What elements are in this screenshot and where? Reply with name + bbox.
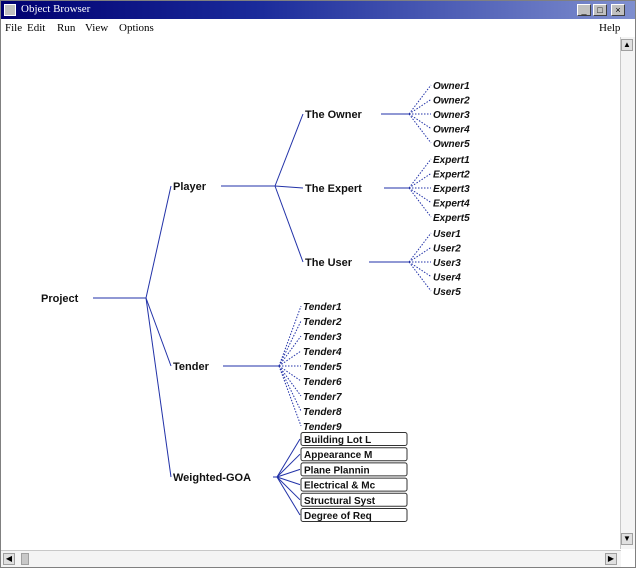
leaf-tender[interactable]: Tender8 (303, 407, 342, 418)
node-group[interactable]: The User (305, 257, 353, 269)
edge-tender-leaf (278, 335, 302, 367)
scroll-thumb[interactable] (21, 553, 29, 565)
leaf-tender[interactable]: Tender6 (303, 377, 342, 388)
edge-leaf (408, 187, 432, 218)
node-group[interactable]: The Expert (305, 183, 362, 195)
edge-leaf (408, 113, 432, 129)
criteria-box[interactable]: Appearance M (304, 450, 372, 461)
node-player[interactable]: Player (173, 181, 207, 193)
edge-leaf (408, 261, 432, 292)
maximize-button[interactable]: □ (593, 4, 607, 16)
edge-leaf (408, 247, 432, 263)
edge-tender-leaf (278, 365, 302, 427)
edge-leaf (408, 99, 432, 115)
edge-tender-leaf (278, 305, 302, 367)
node-weighted-goa[interactable]: Weighted-GOA (173, 472, 251, 484)
criteria-box[interactable]: Structural Syst (304, 496, 376, 507)
edge-tender-leaf (278, 320, 302, 367)
edge-leaf (408, 261, 432, 277)
edge-leaf (408, 232, 432, 263)
leaf-tender[interactable]: Tender3 (303, 332, 342, 343)
node-group[interactable]: The Owner (305, 109, 363, 121)
edge-leaf (408, 173, 432, 189)
edge-player-group (274, 185, 304, 263)
menu-run[interactable]: Run (57, 22, 75, 34)
leaf-tender[interactable]: Tender7 (303, 392, 342, 403)
node-tender[interactable]: Tender (173, 361, 210, 373)
criteria-box[interactable]: Plane Plannin (304, 465, 370, 476)
edge-hub-tender (145, 297, 172, 367)
edge-tender-leaf (278, 365, 302, 412)
title-bar[interactable]: Object Browser _ □ × (1, 1, 635, 19)
close-button[interactable]: × (611, 4, 625, 16)
node-project[interactable]: Project (41, 293, 79, 305)
edge-leaf (408, 84, 432, 115)
leaf-tender[interactable]: Tender4 (303, 347, 342, 358)
criteria-box[interactable]: Electrical & Mc (304, 481, 376, 492)
scroll-right-arrow-icon[interactable]: ▶ (605, 553, 617, 565)
window-title: Object Browser (21, 3, 91, 15)
leaf-tender[interactable]: Tender1 (303, 302, 342, 313)
edge-leaf (408, 187, 432, 203)
app-icon[interactable] (4, 4, 16, 16)
edge-player-group (274, 113, 304, 187)
leaf-item[interactable]: Expert1 (433, 155, 470, 166)
scroll-up-arrow-icon[interactable]: ▲ (621, 39, 633, 51)
edge-hub-weighted (145, 297, 172, 478)
edge-tender-leaf (278, 365, 302, 382)
leaf-tender[interactable]: Tender5 (303, 362, 342, 373)
leaf-item[interactable]: User5 (433, 287, 461, 298)
menu-options[interactable]: Options (119, 22, 154, 34)
leaf-item[interactable]: Owner2 (433, 96, 470, 107)
leaf-item[interactable]: Owner3 (433, 110, 470, 121)
tree-canvas: Project Player Tender Weighted-GOA The Owner… (41, 81, 470, 522)
edge-tender-leaf (278, 365, 302, 397)
menu-view[interactable]: View (85, 22, 108, 34)
leaf-item[interactable]: Owner4 (433, 125, 470, 136)
leaf-tender[interactable]: Tender2 (303, 317, 342, 328)
leaf-item[interactable]: Owner1 (433, 81, 470, 92)
leaf-item[interactable]: Expert2 (433, 170, 470, 181)
leaf-tender[interactable]: Tender9 (303, 422, 342, 433)
leaf-item[interactable]: User2 (433, 244, 461, 255)
edge-leaf (408, 113, 432, 144)
scroll-down-arrow-icon[interactable]: ▼ (621, 533, 633, 545)
leaf-item[interactable]: User3 (433, 258, 461, 269)
criteria-box[interactable]: Building Lot L (304, 435, 371, 446)
menu-bar: File Edit Run View Options Help (1, 19, 635, 37)
criteria-box[interactable]: Degree of Req (304, 511, 372, 522)
horizontal-scrollbar[interactable]: ◀ ▶ (1, 550, 621, 567)
menu-help[interactable]: Help (599, 22, 620, 34)
edge-hub-player (145, 185, 172, 299)
leaf-item[interactable]: User1 (433, 229, 461, 240)
tree-labels: Project Player Tender Weighted-GOA The Owner… (41, 81, 470, 522)
edge-leaf (408, 158, 432, 189)
edge-tender-leaf (278, 350, 302, 367)
leaf-item[interactable]: Owner5 (433, 139, 470, 150)
edge-player-group (274, 185, 304, 189)
leaf-item[interactable]: User4 (433, 273, 461, 284)
menu-edit[interactable]: Edit (27, 22, 45, 34)
scroll-left-arrow-icon[interactable]: ◀ (3, 553, 15, 565)
leaf-item[interactable]: Expert5 (433, 213, 470, 224)
leaf-item[interactable]: Expert4 (433, 199, 470, 210)
vertical-scrollbar[interactable]: ▲ ▼ (620, 37, 635, 549)
object-browser-window: Object Browser _ □ × File Edit Run View … (0, 0, 636, 568)
leaf-item[interactable]: Expert3 (433, 184, 470, 195)
minimize-button[interactable]: _ (577, 4, 591, 16)
menu-file[interactable]: File (5, 22, 22, 34)
